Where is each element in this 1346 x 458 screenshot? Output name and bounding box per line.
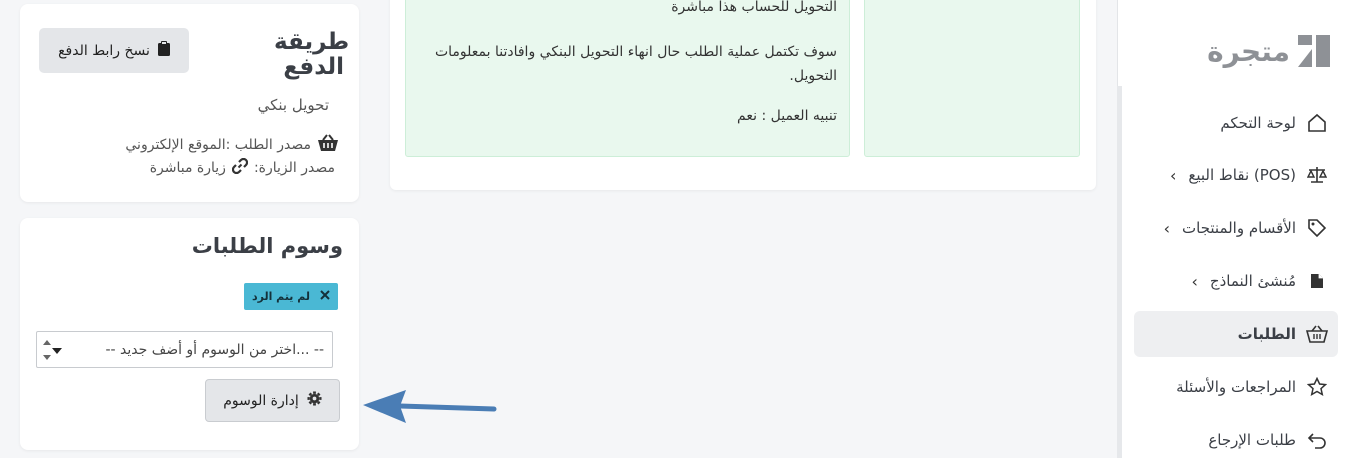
sidebar: متجرة لوحة التحكم ‹ نقاط البيع (POS) ‹ ا…	[1117, 0, 1346, 458]
home-icon	[1306, 112, 1328, 134]
sidebar-item-pos[interactable]: ‹ نقاط البيع (POS)	[1134, 152, 1338, 198]
select-arrows-icon[interactable]	[41, 336, 63, 364]
order-source-text: مصدر الطلب :الموقع الإلكتروني	[125, 137, 311, 153]
link-icon	[231, 157, 249, 178]
close-icon[interactable]	[320, 290, 330, 303]
gear-icon	[307, 391, 322, 410]
tag-icon	[1306, 217, 1328, 239]
transfer-note-line3: تنبيه العميل : نعم	[737, 108, 837, 124]
transfer-note-box: التحويل للحساب هذا مباشرة سوف تكتمل عملي…	[405, 0, 850, 157]
tag-badge-label: لم يتم الرد	[251, 290, 311, 303]
transfer-note-line1: التحويل للحساب هذا مباشرة	[671, 0, 837, 15]
chevron-left-icon: ‹	[1191, 271, 1198, 291]
chevron-left-icon: ‹	[1169, 165, 1177, 185]
star-icon	[1306, 376, 1328, 398]
payment-method-value: تحويل بنكي	[257, 96, 329, 114]
sidebar-item-dashboard[interactable]: لوحة التحكم	[1134, 100, 1338, 146]
basket-icon	[317, 134, 339, 156]
file-icon	[1306, 270, 1328, 292]
sidebar-item-returns[interactable]: طلبات الإرجاع	[1134, 417, 1338, 458]
payment-title: طريقة الدفع	[274, 29, 350, 80]
manage-tags-button[interactable]: إدارة الوسوم	[205, 379, 340, 422]
brand-logo: متجرة	[1207, 30, 1332, 72]
sidebar-scrollbar[interactable]	[1117, 86, 1122, 458]
copy-payment-link-button[interactable]: نسخ رابط الدفع	[39, 28, 189, 73]
sidebar-item-reviews[interactable]: المراجعات والأسئلة	[1134, 364, 1338, 410]
tags-title: وسوم الطلبات	[191, 234, 343, 258]
brand-name: متجرة	[1207, 34, 1290, 68]
basket-icon	[1306, 323, 1328, 345]
visit-source-label: مصدر الزيارة:	[253, 160, 335, 176]
tag-badge-no-reply: لم يتم الرد	[244, 283, 338, 310]
order-source-row: مصدر الطلب :الموقع الإلكتروني	[125, 134, 339, 156]
undo-icon	[1306, 429, 1328, 451]
clipboard-icon	[157, 41, 170, 60]
annotation-arrow-icon	[363, 390, 497, 423]
order-tags-card: وسوم الطلبات لم يتم الرد -- اختر من الوس…	[20, 218, 359, 450]
sidebar-item-orders[interactable]: الطلبات	[1134, 311, 1338, 357]
payment-method-card: طريقة الدفع نسخ رابط الدفع تحويل بنكي مص…	[20, 4, 359, 202]
tags-select[interactable]: -- اختر من الوسوم أو أضف جديد... --	[36, 331, 333, 368]
copy-payment-link-label: نسخ رابط الدفع	[58, 42, 150, 59]
scale-icon	[1306, 164, 1328, 186]
manage-tags-label: إدارة الوسوم	[223, 392, 299, 409]
transfer-note-line2: سوف تكتمل عملية الطلب حال انهاء التحويل …	[434, 44, 837, 84]
tags-select-placeholder: -- اختر من الوسوم أو أضف جديد... --	[105, 341, 324, 358]
sidebar-item-categories-products[interactable]: ‹ الأقسام والمنتجات	[1134, 205, 1338, 251]
visit-source-value: زيارة مباشرة	[149, 160, 226, 176]
transfer-side-box	[864, 0, 1080, 157]
visit-source-row: مصدر الزيارة: زيارة مباشرة	[149, 157, 335, 178]
brand-mark-icon	[1298, 35, 1330, 67]
sidebar-item-form-builder[interactable]: ‹ مُنشئ النماذج	[1134, 258, 1338, 304]
chevron-left-icon: ‹	[1163, 218, 1171, 238]
